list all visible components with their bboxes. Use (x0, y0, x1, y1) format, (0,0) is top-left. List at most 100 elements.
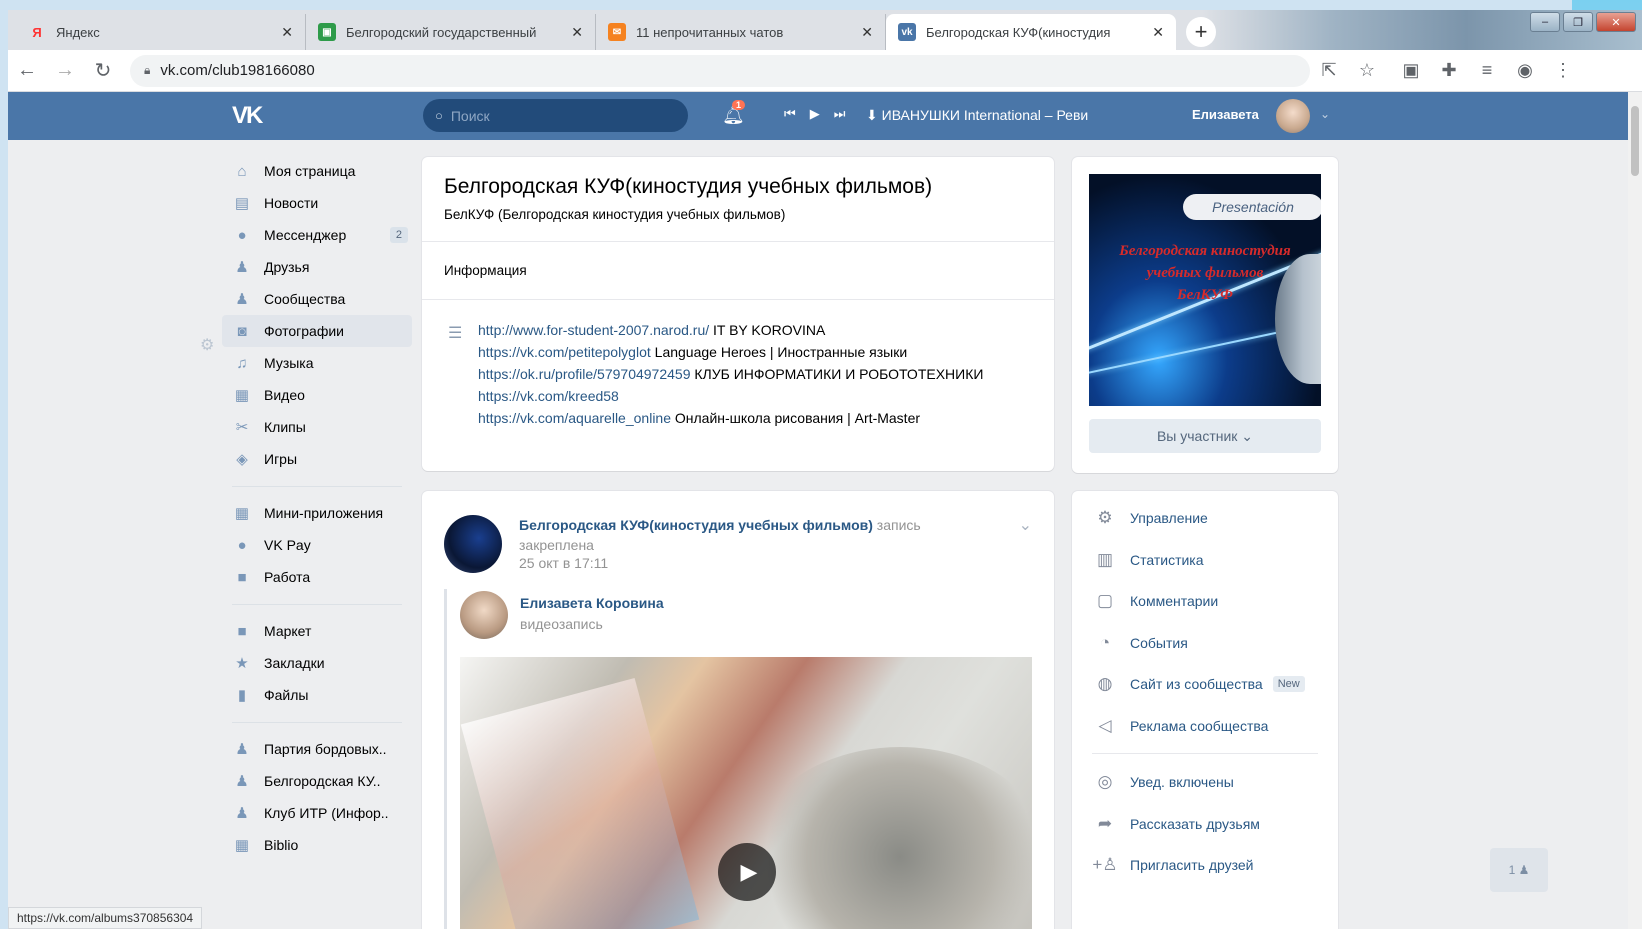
sidebar-item-label: Моя страница (264, 163, 356, 179)
play-icon[interactable]: ▶ (810, 106, 820, 122)
sidebar-item[interactable]: ▮ Файлы (222, 679, 412, 711)
sidebar-item[interactable]: ♟ Партия бордовых.. (222, 733, 412, 765)
sidebar-item[interactable]: ♟ Белгородская КУ.. (222, 765, 412, 797)
sidebar-item-label: Мессенджер (264, 227, 347, 243)
member-button[interactable]: Вы участник ⌄ (1089, 419, 1321, 453)
play-icon[interactable]: ▶ (718, 843, 776, 901)
sidebar-item[interactable]: ◙ Фотографии (222, 315, 412, 347)
close-icon[interactable]: ✕ (571, 24, 583, 41)
sidebar-item[interactable]: ★ Закладки (222, 647, 412, 679)
action-label: Сайт из сообщества (1130, 676, 1263, 692)
post-author-name[interactable]: Белгородская КУФ(киностудия учебных филь… (519, 517, 873, 533)
maximize-button[interactable]: ❐ (1563, 12, 1593, 32)
chevron-down-icon[interactable]: ⌄ (1320, 107, 1330, 121)
close-icon[interactable]: ✕ (281, 24, 293, 41)
gear-icon: ⚙ (1097, 508, 1113, 527)
games-icon: ◈ (236, 451, 248, 468)
sidebar-item[interactable]: ■ Работа (222, 561, 412, 593)
sidebar-item[interactable]: ♟ Сообщества (222, 283, 412, 315)
vk-logo[interactable]: VK (232, 102, 263, 130)
description-link[interactable]: https://vk.com/petitepolyglot (478, 344, 651, 360)
bookmark-star-icon[interactable]: ☆ (1348, 60, 1386, 81)
puzzle-icon[interactable]: ✚ (1430, 60, 1468, 81)
tab-vk[interactable]: vk Белгородская КУФ(киностудия ✕ (886, 14, 1176, 50)
avatar[interactable] (1276, 99, 1310, 133)
new-tab-button[interactable]: + (1186, 17, 1216, 47)
description-line: https://ok.ru/profile/579704972459 КЛУБ … (478, 363, 1018, 385)
tab-title: Яндекс (56, 24, 100, 40)
description-line: http://www.for-student-2007.narod.ru/ IT… (478, 319, 1018, 341)
next-icon[interactable]: ⏭ (834, 106, 846, 122)
back-icon[interactable]: ← (8, 59, 46, 82)
group-cover-image[interactable]: Presentación Белгородская киностудия уче… (1089, 174, 1321, 406)
forward-icon[interactable]: → (46, 59, 84, 82)
avatar[interactable] (460, 591, 508, 639)
sidebar-item[interactable]: ♟ Клуб ИТР (Инфор.. (222, 797, 412, 829)
sidebar-item-label: Фотографии (264, 323, 345, 339)
extension-icon[interactable]: ▣ (1392, 60, 1430, 81)
tab-yandex[interactable]: Я Яндекс ✕ (16, 14, 306, 50)
action-item[interactable]: ◔ События (1092, 628, 1188, 658)
sidebar-item[interactable]: ✂ Клипы (222, 411, 412, 443)
action-item[interactable]: ▢ Комментарии (1092, 586, 1218, 616)
apps-icon: ▦ (234, 505, 250, 522)
close-icon[interactable]: ✕ (861, 24, 873, 41)
sidebar-item[interactable]: ● Мессенджер 2 (222, 219, 412, 251)
description-line: https://vk.com/kreed58 (478, 385, 1018, 407)
sidebar-item[interactable]: ♫ Музыка (222, 347, 412, 379)
sidebar-item[interactable]: ♟ Друзья (222, 251, 412, 283)
sidebar-item[interactable]: ▦ Мини-приложения (222, 497, 412, 529)
sidebar-item[interactable]: ▦ Biblio (222, 829, 412, 861)
group-avatar[interactable] (444, 515, 502, 573)
video-thumbnail[interactable]: ▶ (460, 657, 1032, 929)
post-author[interactable]: Белгородская КУФ(киностудия учебных филь… (519, 515, 969, 555)
search-placeholder: Поиск (450, 107, 490, 124)
tab-mail[interactable]: ✉ 11 непрочитанных чатов ✕ (596, 14, 886, 50)
description-link[interactable]: http://www.for-student-2007.narod.ru/ (478, 322, 709, 338)
description-link[interactable]: https://vk.com/aquarelle_online (478, 410, 671, 426)
action-item[interactable]: ◁ Реклама сообщества (1092, 711, 1268, 741)
cover-line: БелКУФ (1177, 287, 1233, 303)
current-track[interactable]: ⬇ ИВАНУШКИ International – Реви (866, 107, 1088, 124)
description-link[interactable]: https://ok.ru/profile/579704972459 (478, 366, 691, 382)
sidebar-item[interactable]: ⌂ Моя страница (222, 155, 412, 187)
tab-belgu[interactable]: ▣ Белгородский государственный ✕ (306, 14, 596, 50)
prev-icon[interactable]: ⏮ (784, 106, 796, 122)
sidebar-item[interactable]: ▤ Новости (222, 187, 412, 219)
action-item[interactable]: +♙ Пригласить друзей (1092, 850, 1253, 880)
sidebar-item[interactable]: ● VK Pay (222, 529, 412, 561)
info-heading[interactable]: Информация (444, 263, 527, 278)
online-friends-badge[interactable]: 1 ♟ (1490, 848, 1548, 892)
files-icon: ▮ (237, 687, 247, 704)
cover-line: учебных фильмов (1146, 265, 1264, 281)
sidebar-item[interactable]: ◈ Игры (222, 443, 412, 475)
description-link[interactable]: https://vk.com/kreed58 (478, 388, 619, 404)
menu-settings-icon[interactable]: ⚙ (200, 335, 214, 355)
profile-icon[interactable]: ◉ (1506, 60, 1544, 81)
notifications-bell-icon[interactable]: 🔔︎ 1 (722, 100, 746, 126)
user-name[interactable]: Елизавета (1192, 107, 1259, 122)
sidebar-item[interactable]: ▦ Видео (222, 379, 412, 411)
close-window-button[interactable]: ✕ (1596, 12, 1636, 32)
action-item[interactable]: ⚙ Управление (1092, 503, 1207, 533)
chevron-down-icon[interactable]: ⌄ (1019, 515, 1032, 535)
media-icon[interactable]: ≡ (1468, 60, 1506, 81)
vkpay-icon: ● (237, 536, 247, 554)
close-icon[interactable]: ✕ (1152, 24, 1164, 41)
minimize-button[interactable]: – (1530, 12, 1560, 32)
sidebar-item[interactable]: ■ Маркет (222, 615, 412, 647)
reload-icon[interactable]: ↻ (84, 58, 122, 83)
url-field[interactable]: 🔒︎ vk.com/club198166080 (130, 54, 1310, 87)
menu-icon[interactable]: ⋮ (1544, 60, 1582, 81)
action-item[interactable]: ▥ Статистика (1092, 545, 1204, 575)
search-input[interactable]: ○ Поиск (423, 99, 688, 132)
post-date[interactable]: 25 окт в 17:11 (519, 555, 608, 571)
repost-author[interactable]: Елизавета Коровина (520, 595, 664, 611)
repost-line (444, 589, 447, 929)
open-external-icon[interactable]: ⇱ (1310, 60, 1348, 81)
action-item[interactable]: ➦ Рассказать друзьям (1092, 809, 1260, 839)
scrollbar-thumb[interactable] (1631, 106, 1639, 176)
scrollbar[interactable] (1628, 92, 1642, 929)
action-item[interactable]: ◎ Увед. включены (1092, 767, 1234, 797)
action-item[interactable]: ◍ Сайт из сообщества New (1092, 669, 1305, 699)
